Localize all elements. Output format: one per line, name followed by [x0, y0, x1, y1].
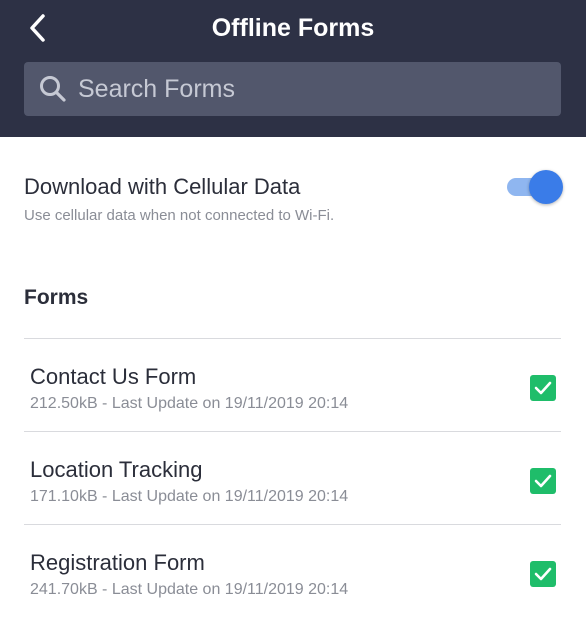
search-icon [40, 76, 66, 102]
form-item-contact-us[interactable]: Contact Us Form 212.50kB - Last Update o… [24, 339, 561, 431]
checkmark-icon [534, 474, 552, 488]
form-meta: 212.50kB - Last Update on 19/11/2019 20:… [30, 395, 349, 412]
form-meta: 241.70kB - Last Update on 19/11/2019 20:… [30, 581, 349, 598]
toggle-knob [529, 170, 563, 204]
page-title: Offline Forms [211, 14, 375, 42]
cellular-setting-description: Use cellular data when not connected to … [24, 207, 335, 224]
app-header: Offline Forms [0, 0, 586, 137]
form-checkbox[interactable] [530, 468, 556, 494]
form-checkbox[interactable] [530, 375, 556, 401]
cellular-data-toggle[interactable] [507, 170, 563, 204]
checkmark-icon [534, 567, 552, 581]
form-item-registration[interactable]: Registration Form 241.70kB - Last Update… [24, 525, 561, 617]
form-name: Registration Form [30, 550, 205, 575]
form-checkbox[interactable] [530, 561, 556, 587]
search-input[interactable] [78, 69, 538, 109]
cellular-setting-label: Download with Cellular Data [24, 174, 301, 199]
form-item-location-tracking[interactable]: Location Tracking 171.10kB - Last Update… [24, 432, 561, 524]
search-bar[interactable] [24, 62, 561, 116]
forms-section-title: Forms [24, 286, 89, 309]
form-meta: 171.10kB - Last Update on 19/11/2019 20:… [30, 488, 349, 505]
checkmark-icon [534, 381, 552, 395]
form-name: Location Tracking [30, 457, 203, 482]
form-name: Contact Us Form [30, 364, 197, 389]
